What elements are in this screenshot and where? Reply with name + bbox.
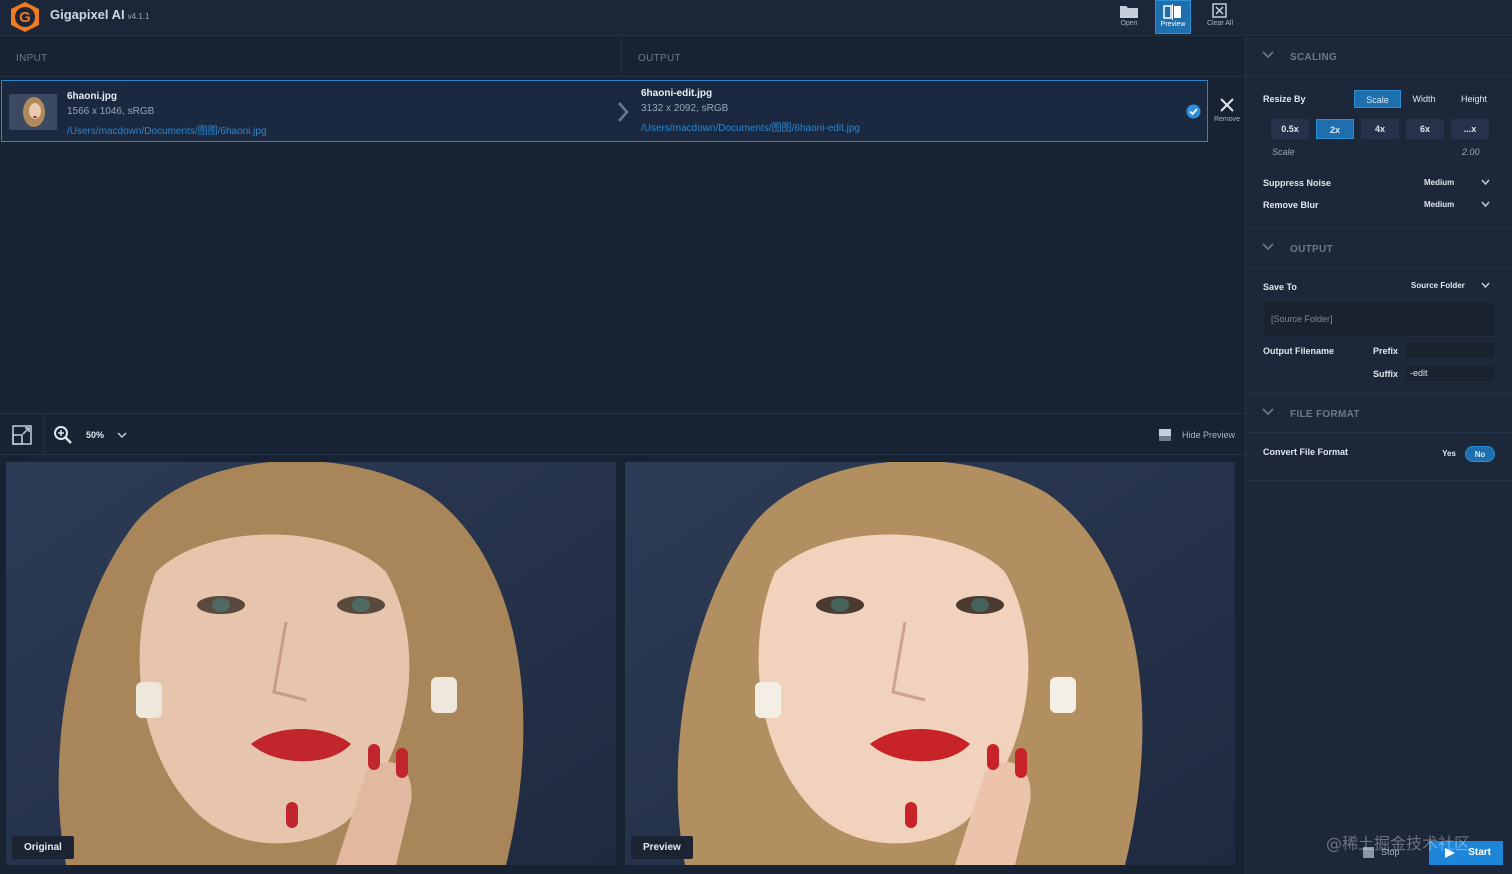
- remove-label: Remove: [1213, 116, 1241, 123]
- original-label: Original: [12, 836, 74, 859]
- output-title: OUTPUT: [1290, 244, 1333, 255]
- split-preview-icon: [1163, 4, 1181, 20]
- input-file-meta: 1566 x 1046, sRGB: [67, 106, 155, 117]
- chevron-right-icon: [618, 102, 629, 122]
- input-file-path[interactable]: /Users/macdown/Documents/图图/6haoni.jpg: [67, 122, 267, 137]
- fit-to-screen-icon[interactable]: [12, 425, 32, 445]
- input-file-name: 6haoni.jpg: [67, 91, 117, 102]
- output-filename-label: Output Filename: [1263, 346, 1335, 356]
- chevron-down-icon[interactable]: [1481, 282, 1490, 289]
- checkmark-icon[interactable]: [1186, 104, 1201, 119]
- preview-toolbar: 50% Hide Preview: [0, 413, 1245, 456]
- prefix-label: Prefix: [1373, 346, 1399, 356]
- watermark-text: @稀土掘金技术社区: [1326, 834, 1471, 853]
- hide-preview-label[interactable]: Hide Preview: [1182, 430, 1235, 440]
- resize-mode-height[interactable]: Height: [1452, 90, 1496, 108]
- scale-4x-button[interactable]: 4x: [1361, 119, 1399, 139]
- remove-blur-label: Remove Blur: [1263, 200, 1319, 210]
- remove-button[interactable]: Remove: [1210, 95, 1244, 123]
- preview-button[interactable]: Preview: [1155, 0, 1191, 34]
- convert-format-label: Convert File Format: [1263, 447, 1349, 457]
- portrait-original: [6, 462, 616, 865]
- chevron-down-icon: [1262, 243, 1274, 251]
- file-format-title: FILE FORMAT: [1290, 409, 1360, 420]
- chevron-down-icon[interactable]: [1481, 179, 1490, 186]
- app-title: Gigapixel AI v4.1.1: [50, 7, 149, 22]
- header-divider: [0, 76, 1245, 77]
- file-row[interactable]: 6haoni.jpg 1566 x 1046, sRGB /Users/macd…: [1, 80, 1208, 142]
- gigapixel-logo-icon: G: [11, 2, 39, 32]
- open-label: Open: [1120, 20, 1138, 27]
- output-file-name: 6haoni-edit.jpg: [641, 88, 713, 99]
- scale-custom-button[interactable]: ...x: [1451, 119, 1489, 139]
- folder-icon: [1120, 6, 1138, 18]
- remove-blur-dropdown[interactable]: Medium: [1424, 200, 1454, 209]
- app-version: v4.1.1: [127, 12, 150, 21]
- convert-no-option[interactable]: No: [1465, 446, 1495, 462]
- svg-text:G: G: [19, 9, 31, 26]
- convert-format-toggle[interactable]: Yes No: [1434, 446, 1496, 462]
- resize-mode-scale[interactable]: Scale: [1354, 90, 1401, 108]
- file-thumbnail: [9, 94, 57, 130]
- resize-by-label: Resize By: [1263, 94, 1306, 104]
- gigapixel-app: G Gigapixel AI v4.1.1 Open Preview Clear …: [0, 0, 1512, 874]
- zoom-icon[interactable]: [53, 425, 73, 445]
- preview-label-badge: Preview: [631, 836, 693, 859]
- preview-label: Preview: [1160, 21, 1186, 28]
- close-icon: [1220, 98, 1234, 112]
- scale-value[interactable]: 2.00: [1462, 147, 1480, 157]
- save-to-dropdown[interactable]: Source Folder: [1411, 281, 1465, 290]
- portrait-preview: [625, 462, 1235, 865]
- suffix-label: Suffix: [1373, 369, 1399, 379]
- scaling-title: SCALING: [1290, 52, 1338, 63]
- clear-all-label: Clear All: [1206, 20, 1234, 27]
- chevron-down-icon[interactable]: [117, 431, 127, 439]
- hide-preview-icon[interactable]: [1158, 428, 1172, 442]
- save-to-label: Save To: [1263, 282, 1297, 292]
- chevron-down-icon[interactable]: [1481, 201, 1490, 208]
- suppress-noise-dropdown[interactable]: Medium: [1424, 178, 1454, 187]
- clear-all-button[interactable]: Clear All: [1202, 0, 1238, 34]
- top-bar: G Gigapixel AI v4.1.1 Open Preview Clear …: [0, 0, 1512, 36]
- input-column-header: INPUT: [0, 37, 622, 77]
- output-file-meta: 3132 x 2092, sRGB: [641, 103, 729, 114]
- app-name: Gigapixel AI: [50, 7, 125, 22]
- output-file-path[interactable]: /Users/macdown/Documents/图图/6haoni-edit.…: [641, 119, 860, 134]
- zoom-level[interactable]: 50%: [86, 430, 104, 440]
- open-button[interactable]: Open: [1111, 0, 1147, 34]
- scale-6x-button[interactable]: 6x: [1406, 119, 1444, 139]
- start-label: Start: [1468, 847, 1491, 858]
- scale-0.5x-button[interactable]: 0.5x: [1271, 119, 1309, 139]
- folder-path-field[interactable]: [Source Folder]: [1263, 301, 1496, 337]
- scale-2x-button[interactable]: 2x: [1316, 119, 1354, 139]
- suppress-noise-label: Suppress Noise: [1263, 178, 1332, 188]
- section-divider: [1246, 480, 1512, 481]
- resize-mode-width[interactable]: Width: [1404, 90, 1444, 108]
- original-image[interactable]: Original: [6, 462, 616, 865]
- output-column-header: OUTPUT: [638, 53, 681, 64]
- preview-image[interactable]: Preview: [625, 462, 1235, 865]
- scaling-section-header[interactable]: SCALING: [1246, 37, 1512, 77]
- chevron-down-icon: [1262, 51, 1274, 59]
- suffix-input[interactable]: -edit: [1404, 364, 1496, 382]
- convert-yes-option[interactable]: Yes: [1434, 446, 1464, 462]
- clear-all-icon: [1212, 3, 1227, 18]
- output-section-header[interactable]: OUTPUT: [1246, 228, 1512, 268]
- toolbar-divider: [44, 414, 45, 456]
- scale-label: Scale: [1272, 147, 1295, 157]
- chevron-down-icon: [1262, 408, 1274, 416]
- prefix-input[interactable]: [1404, 341, 1496, 359]
- file-format-section-header[interactable]: FILE FORMAT: [1246, 393, 1512, 433]
